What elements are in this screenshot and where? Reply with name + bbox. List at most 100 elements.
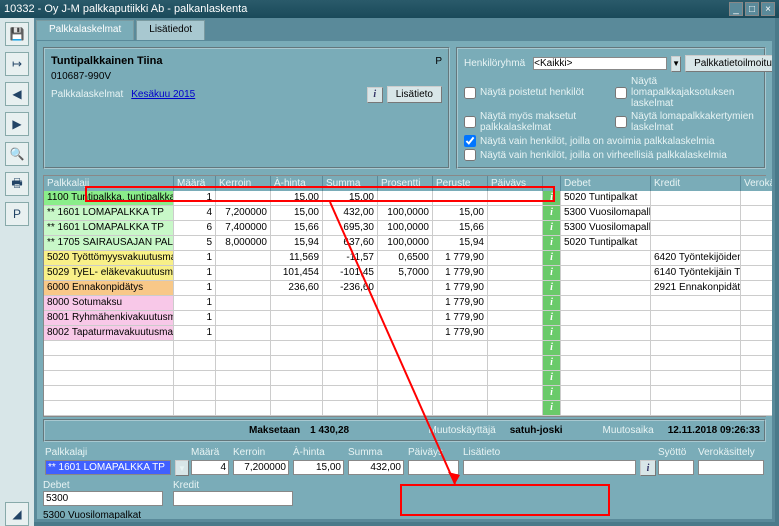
table-row[interactable]: 5020 Työttömyysvakuutusmaksu111,569-11,5… [44, 251, 765, 266]
ryhma-input[interactable] [533, 57, 667, 70]
row-info-icon[interactable]: i [543, 401, 561, 416]
edit-syotto[interactable] [658, 460, 694, 475]
grid-header[interactable]: Peruste [433, 176, 488, 191]
chk-avoimet[interactable]: Näytä vain henkilöt, joilla on avoimia p… [464, 135, 758, 147]
table-row[interactable]: 8000 Sotumaksu11 779,90i [44, 296, 765, 311]
table-row[interactable]: 5029 TyEL- eläkevakuutusmaksu1101,454-10… [44, 266, 765, 281]
table-row[interactable]: 8002 Tapaturmavakuutusmaksu11 779,90i [44, 326, 765, 341]
laskelmat-period[interactable]: Kesäkuu 2015 [131, 89, 195, 100]
kredit-label: Kredit [173, 480, 289, 491]
row-info-icon[interactable]: i [543, 281, 561, 296]
grid-header[interactable]: Debet [561, 176, 651, 191]
edit-palkkalaji[interactable] [45, 460, 171, 475]
grid-header[interactable]: À-hinta [271, 176, 323, 191]
chk-maksetut[interactable]: Näytä myös maksetut palkkalaskelmat [464, 111, 607, 133]
edit-maara[interactable] [191, 460, 229, 475]
maksetaan-value: 1 430,28 [310, 425, 349, 436]
table-row: i [44, 371, 765, 386]
kredit-input[interactable] [173, 491, 293, 506]
row-info-icon[interactable]: i [543, 191, 561, 206]
grid-header[interactable]: Määrä [174, 176, 216, 191]
row-info-icon[interactable]: i [543, 386, 561, 401]
chk-virheelliset[interactable]: Näytä vain henkilöt, joilla on virheelli… [464, 149, 758, 161]
person-name: Tuntipalkkainen Tiina [51, 55, 162, 67]
window-title: 10332 - Oy J-M palkkaputiikki Ab - palka… [4, 3, 247, 15]
table-row[interactable]: 1100 Tuntipalkka, tuntipalkkaiset115,001… [44, 191, 765, 206]
ryhma-dropdown-icon[interactable]: ▼ [671, 56, 681, 72]
person-id: 010687-990V [51, 71, 111, 82]
sidebar: 💾 ↦ ◀ ▶ 🔍 🖶 P ◢ [0, 18, 34, 526]
edit-lisatieto[interactable] [463, 460, 636, 475]
person-box: Tuntipalkkainen Tiina P 010687-990V Palk… [43, 47, 450, 169]
grid-header[interactable]: Verokäs [741, 176, 773, 191]
edit-header [638, 446, 656, 459]
grid-header[interactable] [543, 176, 561, 191]
muutosaika-value: 12.11.2018 09:26:33 [668, 425, 760, 436]
table-row: i [44, 386, 765, 401]
grid-header[interactable]: Päiväys [488, 176, 543, 191]
table-row[interactable]: ** 1601 LOMAPALKKA TP67,40000015,66695,3… [44, 221, 765, 236]
muutoskayttaja-label: Muutoskäyttäjä [428, 425, 495, 436]
edit-header: Päiväys [406, 446, 461, 459]
table-row[interactable]: ** 1601 LOMAPALKKA TP47,20000015,00432,0… [44, 206, 765, 221]
row-info-icon[interactable]: i [543, 206, 561, 221]
edit-ahinta[interactable] [293, 460, 344, 475]
edit-desc: 5300 Vuosilomapalkat [43, 510, 141, 520]
ryhma-label: Henkilöryhmä [464, 58, 525, 69]
edit-verokasittely[interactable] [698, 460, 764, 475]
table-row: i [44, 356, 765, 371]
zoom-icon[interactable]: 🔍 [5, 142, 29, 166]
row-info-icon[interactable]: i [543, 266, 561, 281]
chk-poistetut[interactable]: Näytä poistetut henkilöt [464, 76, 607, 109]
row-info-icon[interactable]: i [543, 341, 561, 356]
row-info-icon[interactable]: i [543, 251, 561, 266]
edit-header: Määrä [189, 446, 231, 459]
edit-info-icon[interactable]: i [640, 460, 656, 476]
palkkatietoilmoitus-button[interactable]: Palkkatietoilmoitus [685, 55, 773, 72]
muutoskayttaja-value: satuh-joski [510, 425, 563, 436]
edit-header: Verokäsittely [696, 446, 766, 459]
debet-input[interactable] [43, 491, 163, 506]
chk-lomajaks[interactable]: Näytä lomapalkkajaksotuksen laskelmat [615, 76, 758, 109]
maksetaan-label: Maksetaan [249, 425, 300, 436]
edit-header: Syöttö [656, 446, 696, 459]
grid-header[interactable]: Prosentti [378, 176, 433, 191]
grid-header[interactable]: Summa [323, 176, 378, 191]
grid-header[interactable]: Kerroin [216, 176, 271, 191]
print-icon[interactable]: 🖶 [5, 172, 29, 196]
row-info-icon[interactable]: i [543, 371, 561, 386]
table-row[interactable]: 6000 Ennakonpidätys1236,60-236,601 779,9… [44, 281, 765, 296]
tab-palkkalaskelmat[interactable]: Palkkalaskelmat [36, 20, 134, 40]
edit-header [173, 446, 189, 459]
send-icon[interactable]: ◢ [5, 502, 29, 526]
tab-lisatiedot[interactable]: Lisätiedot [136, 20, 205, 40]
row-info-icon[interactable]: i [543, 236, 561, 251]
table-row[interactable]: ** 1705 SAIRAUSAJAN PALKKA58,00000015,94… [44, 236, 765, 251]
minimize-button[interactable]: _ [729, 2, 743, 16]
edit-kerroin[interactable] [233, 460, 289, 475]
row-info-icon[interactable]: i [543, 221, 561, 236]
grid-header[interactable]: Kredit [651, 176, 741, 191]
row-info-icon[interactable]: i [543, 356, 561, 371]
edit-summa[interactable] [348, 460, 404, 475]
muutosaika-label: Muutosaika [603, 425, 654, 436]
nav-prev-icon[interactable]: ◀ [5, 82, 29, 106]
maximize-button[interactable]: □ [745, 2, 759, 16]
save-icon[interactable]: 💾 [5, 22, 29, 46]
exit-icon[interactable]: ↦ [5, 52, 29, 76]
nav-next-icon[interactable]: ▶ [5, 112, 29, 136]
table-row[interactable]: 8001 Ryhmähenkivakuutusmaksu11 779,90i [44, 311, 765, 326]
chk-lomakert[interactable]: Näytä lomapalkkakertymien laskelmat [615, 111, 758, 133]
edit-area: PalkkalajiMääräKerroinÀ-hintaSummaPäiväy… [43, 446, 766, 520]
lisatieto-button[interactable]: Lisätieto [387, 86, 442, 103]
info-icon[interactable]: i [367, 87, 383, 103]
p-button[interactable]: P [5, 202, 29, 226]
edit-laji-dropdown-icon[interactable]: ▼ [175, 460, 189, 476]
row-info-icon[interactable]: i [543, 296, 561, 311]
edit-paivays[interactable] [408, 460, 459, 475]
row-info-icon[interactable]: i [543, 326, 561, 341]
row-info-icon[interactable]: i [543, 311, 561, 326]
close-button[interactable]: × [761, 2, 775, 16]
grid-header[interactable]: Palkkalaji [44, 176, 174, 191]
edit-header: À-hinta [291, 446, 346, 459]
